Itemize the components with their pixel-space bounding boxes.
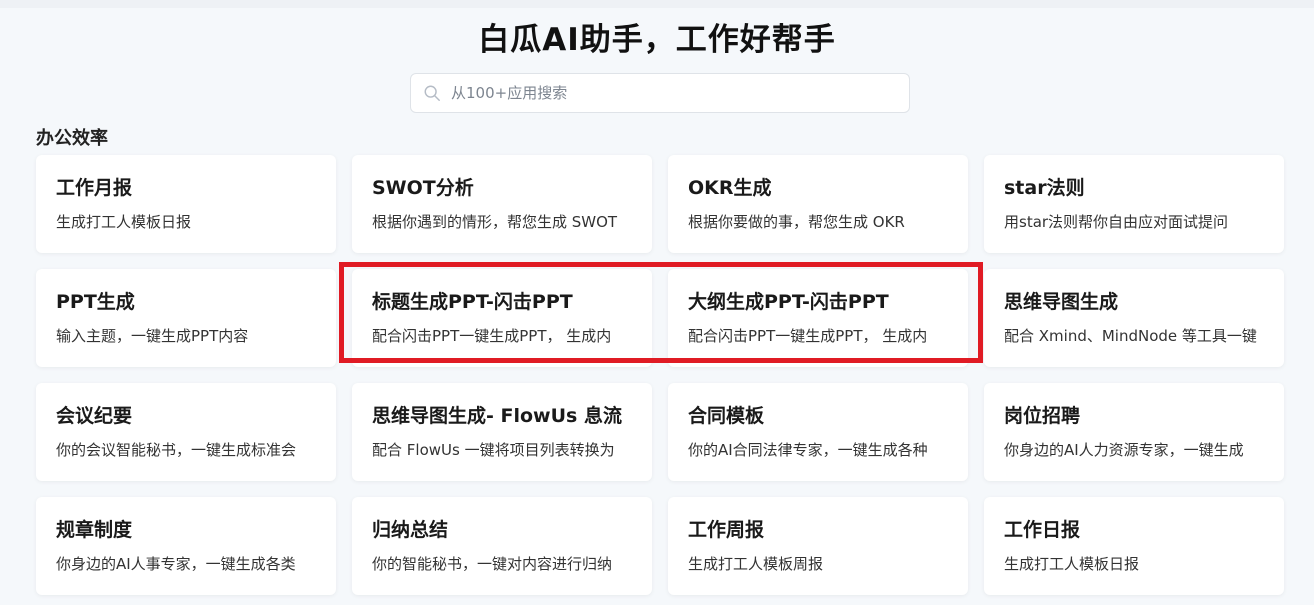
card-description: 你的AI合同法律专家，一键生成各种 <box>688 441 928 459</box>
card-title: 会议纪要 <box>56 405 133 427</box>
app-card-mindmap-generation[interactable]: 思维导图生成 配合 Xmind、MindNode 等工具一键 <box>984 269 1284 367</box>
card-title: OKR生成 <box>688 177 772 199</box>
card-description: 配合 FlowUs 一键将项目列表转换为 <box>372 441 615 459</box>
card-title: star法则 <box>1004 177 1085 199</box>
card-description: 根据你要做的事，帮您生成 OKR <box>688 213 905 231</box>
search-input[interactable] <box>451 84 909 102</box>
app-card-mindmap-flowus[interactable]: 思维导图生成- FlowUs 息流 配合 FlowUs 一键将项目列表转换为 <box>352 383 652 481</box>
top-bar <box>0 0 1314 8</box>
app-card-meeting-minutes[interactable]: 会议纪要 你的会议智能秘书，一键生成标准会 <box>36 383 336 481</box>
app-card-contract-template[interactable]: 合同模板 你的AI合同法律专家，一键生成各种 <box>668 383 968 481</box>
card-description: 你的会议智能秘书，一键生成标准会 <box>56 441 297 459</box>
card-description: 配合 Xmind、MindNode 等工具一键 <box>1004 327 1257 345</box>
app-card-summary[interactable]: 归纳总结 你的智能秘书，一键对内容进行归纳 <box>352 497 652 595</box>
card-description: 生成打工人模板周报 <box>688 555 824 573</box>
app-card-grid: 工作月报 生成打工人模板日报 SWOT分析 根据你遇到的情形，帮您生成 SWOT… <box>36 155 1284 595</box>
app-card-ppt-generation[interactable]: PPT生成 输入主题，一键生成PPT内容 <box>36 269 336 367</box>
search-icon <box>424 85 440 101</box>
card-description: 生成打工人模板日报 <box>1004 555 1140 573</box>
app-card-outline-to-ppt[interactable]: 大纲生成PPT-闪击PPT 配合闪击PPT一键生成PPT， 生成内 <box>668 269 968 367</box>
card-title: PPT生成 <box>56 291 135 313</box>
card-title: 工作日报 <box>1004 519 1081 541</box>
card-title: 合同模板 <box>688 405 765 427</box>
card-title: 岗位招聘 <box>1004 405 1081 427</box>
card-title: 标题生成PPT-闪击PPT <box>372 291 573 313</box>
card-description: 根据你遇到的情形，帮您生成 SWOT <box>372 213 618 231</box>
app-card-work-monthly-report[interactable]: 工作月报 生成打工人模板日报 <box>36 155 336 253</box>
app-card-title-to-ppt[interactable]: 标题生成PPT-闪击PPT 配合闪击PPT一键生成PPT， 生成内 <box>352 269 652 367</box>
card-title: 规章制度 <box>56 519 133 541</box>
card-title: 思维导图生成- FlowUs 息流 <box>372 405 622 427</box>
card-description: 配合闪击PPT一键生成PPT， 生成内 <box>688 327 928 345</box>
card-description: 生成打工人模板日报 <box>56 213 192 231</box>
app-card-okr-generation[interactable]: OKR生成 根据你要做的事，帮您生成 OKR <box>668 155 968 253</box>
card-description: 用star法则帮你自由应对面试提问 <box>1004 213 1229 231</box>
card-description: 你的智能秘书，一键对内容进行归纳 <box>372 555 613 573</box>
app-card-job-recruitment[interactable]: 岗位招聘 你身边的AI人力资源专家，一键生成 <box>984 383 1284 481</box>
card-title: 工作月报 <box>56 177 133 199</box>
card-title: 工作周报 <box>688 519 765 541</box>
page-title: 白瓜AI助手，工作好帮手 <box>478 22 836 58</box>
card-title: 大纲生成PPT-闪击PPT <box>688 291 889 313</box>
card-description: 你身边的AI人事专家，一键生成各类 <box>56 555 296 573</box>
card-title: SWOT分析 <box>372 177 474 199</box>
card-title: 归纳总结 <box>372 519 449 541</box>
app-card-swot-analysis[interactable]: SWOT分析 根据你遇到的情形，帮您生成 SWOT <box>352 155 652 253</box>
card-description: 配合闪击PPT一键生成PPT， 生成内 <box>372 327 612 345</box>
card-description: 你身边的AI人力资源专家，一键生成 <box>1004 441 1244 459</box>
section-title: 办公效率 <box>36 128 108 149</box>
card-title: 思维导图生成 <box>1004 291 1119 313</box>
search-box[interactable] <box>410 73 910 113</box>
app-card-daily-report[interactable]: 工作日报 生成打工人模板日报 <box>984 497 1284 595</box>
app-card-star-method[interactable]: star法则 用star法则帮你自由应对面试提问 <box>984 155 1284 253</box>
app-card-rules-regulations[interactable]: 规章制度 你身边的AI人事专家，一键生成各类 <box>36 497 336 595</box>
app-card-weekly-report[interactable]: 工作周报 生成打工人模板周报 <box>668 497 968 595</box>
card-description: 输入主题，一键生成PPT内容 <box>56 327 249 345</box>
